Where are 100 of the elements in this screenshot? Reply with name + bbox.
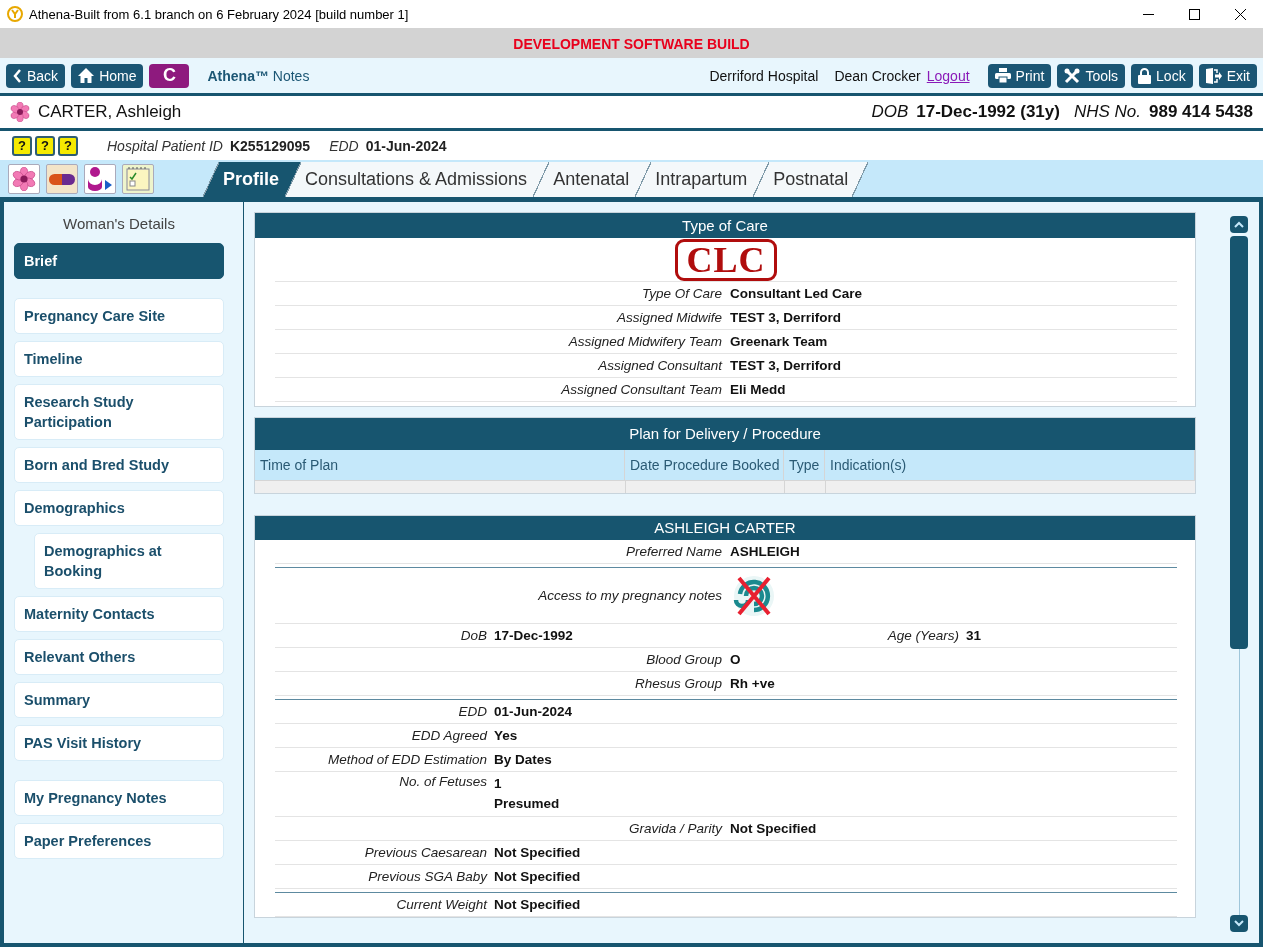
- field-value: 31: [966, 628, 983, 643]
- field-label: Type Of Care: [640, 286, 722, 301]
- capsule-icon: [49, 173, 75, 185]
- notes-button[interactable]: [122, 164, 154, 194]
- field-label: Gravida / Parity: [627, 821, 722, 836]
- care-type-stamp: CLC: [675, 238, 777, 281]
- column-header: Time of Plan: [255, 450, 625, 481]
- back-button[interactable]: Back: [6, 63, 66, 88]
- sidebar-item[interactable]: Demographics: [14, 490, 224, 526]
- maximize-icon: [1188, 8, 1200, 20]
- field-note: Presumed: [494, 795, 561, 813]
- field-label: DoB: [459, 628, 487, 643]
- sidebar-item[interactable]: Maternity Contacts: [14, 596, 224, 632]
- sidebar-item[interactable]: Brief: [14, 243, 224, 279]
- tools-icon: [1064, 67, 1081, 84]
- edd-label: EDD: [329, 137, 359, 154]
- print-button[interactable]: Print: [987, 63, 1052, 88]
- hospital-name: Derriford Hospital: [709, 67, 819, 84]
- panel-header: Type of Care: [255, 213, 1195, 238]
- scroll-up-button[interactable]: [1230, 216, 1248, 233]
- field-label: Current Weight: [395, 897, 487, 912]
- chevron-down-icon: [1234, 920, 1244, 927]
- sidebar-item[interactable]: Timeline: [14, 341, 224, 377]
- development-build-banner-text: DEVELOPMENT SOFTWARE BUILD: [513, 36, 750, 52]
- exit-button[interactable]: Exit: [1198, 63, 1257, 88]
- medication-button[interactable]: [46, 164, 78, 194]
- person-arrow-icon: [87, 167, 113, 191]
- section-tab[interactable]: Postnatal: [753, 162, 869, 197]
- field-label: EDD: [457, 704, 487, 719]
- sidebar-item[interactable]: Demographics at Booking: [34, 533, 224, 589]
- nhs-number-label: NHS No.: [1073, 102, 1141, 122]
- patient-initial-button[interactable]: C: [149, 63, 190, 88]
- help-notes-button[interactable]: ?: [58, 135, 78, 156]
- field-value: TEST 3, Derriford: [730, 358, 843, 373]
- edd-value: 01-Jun-2024: [365, 137, 447, 154]
- field-value: ASHLEIGH: [730, 544, 801, 559]
- field-label: Previous Caesarean: [363, 845, 487, 860]
- user-name: Dean Crocker: [834, 67, 921, 84]
- field-label: Previous SGA Baby: [367, 869, 487, 884]
- field-value: Eli Medd: [730, 382, 787, 397]
- home-button[interactable]: Home: [71, 63, 144, 88]
- sidebar-heading: Woman's Details: [62, 215, 176, 232]
- notepad-icon: [126, 167, 150, 191]
- field-label: EDD Agreed: [410, 728, 487, 743]
- sidebar-item[interactable]: PAS Visit History: [14, 725, 224, 761]
- field-label: Access to my pregnancy notes: [537, 588, 722, 603]
- patient-name: CARTER, Ashleigh: [38, 102, 182, 122]
- home-icon: [78, 68, 95, 83]
- column-header: Type: [784, 450, 825, 481]
- sidebar-item[interactable]: Paper Preferences: [14, 823, 224, 859]
- field-value: Not Specified: [494, 845, 582, 860]
- printer-icon: [994, 68, 1011, 83]
- person-button[interactable]: [84, 164, 116, 194]
- section-tab[interactable]: Profile: [203, 162, 285, 197]
- tools-button[interactable]: Tools: [1057, 63, 1126, 88]
- lock-button[interactable]: Lock: [1131, 63, 1193, 88]
- help-list-button[interactable]: ?: [12, 135, 32, 156]
- column-header: Indication(s): [825, 450, 1195, 481]
- section-tab[interactable]: Intrapartum: [635, 162, 754, 197]
- field-label: No. of Fetuses: [398, 773, 487, 789]
- hospital-id-label: Hospital Patient ID: [107, 137, 223, 154]
- exit-door-icon: [1205, 67, 1222, 84]
- sidebar-item[interactable]: Summary: [14, 682, 224, 718]
- sidebar-item[interactable]: Research Study Participation: [14, 384, 224, 440]
- section-tab[interactable]: Antenatal: [533, 162, 636, 197]
- field-value: TEST 3, Derriford: [730, 310, 843, 325]
- window-title: Athena-Built from 6.1 branch on 6 February 2024 [build number 1]: [29, 6, 409, 22]
- field-value: Not Specified: [730, 821, 818, 836]
- panel-header: ASHLEIGH CARTER: [255, 516, 1195, 540]
- hospital-id-value: K255129095: [229, 137, 311, 154]
- logout-link[interactable]: Logout: [926, 67, 970, 84]
- flower-icon: [12, 167, 36, 191]
- flower-icon: [10, 102, 30, 122]
- sidebar-item[interactable]: Pregnancy Care Site: [14, 298, 224, 334]
- field-label: Rhesus Group: [633, 676, 722, 691]
- field-value: O: [730, 652, 742, 667]
- padlock-icon: [1138, 67, 1152, 84]
- field-label: Age (Years): [886, 628, 959, 643]
- sidebar-item[interactable]: My Pregnancy Notes: [14, 780, 224, 816]
- field-label: Preferred Name: [624, 544, 722, 559]
- app-logo-icon: [7, 6, 23, 22]
- back-chevron-icon: [13, 68, 22, 83]
- sidebar-item[interactable]: Relevant Others: [14, 639, 224, 675]
- chevron-up-icon: [1234, 221, 1244, 228]
- field-label: Assigned Consultant Team: [560, 382, 722, 397]
- nhs-number-value: 989 414 5438: [1149, 102, 1253, 122]
- scrollbar-thumb[interactable]: [1230, 236, 1248, 649]
- help-home-button[interactable]: ?: [35, 135, 55, 156]
- field-label: Blood Group: [645, 652, 722, 667]
- field-label: Assigned Consultant: [597, 358, 722, 373]
- field-label: Method of EDD Estimation: [326, 752, 487, 767]
- field-value: 01-Jun-2024: [494, 704, 574, 719]
- field-value: Rh +ve: [730, 676, 776, 691]
- field-label: Assigned Midwifery Team: [567, 334, 722, 349]
- scroll-down-button[interactable]: [1230, 915, 1248, 932]
- flower-button[interactable]: [8, 164, 40, 194]
- sidebar-item[interactable]: Born and Bred Study: [14, 447, 224, 483]
- section-tab[interactable]: Consultations & Admissions: [285, 162, 534, 197]
- app-name: Athena™ Notes: [207, 67, 310, 84]
- close-icon: [1234, 8, 1246, 20]
